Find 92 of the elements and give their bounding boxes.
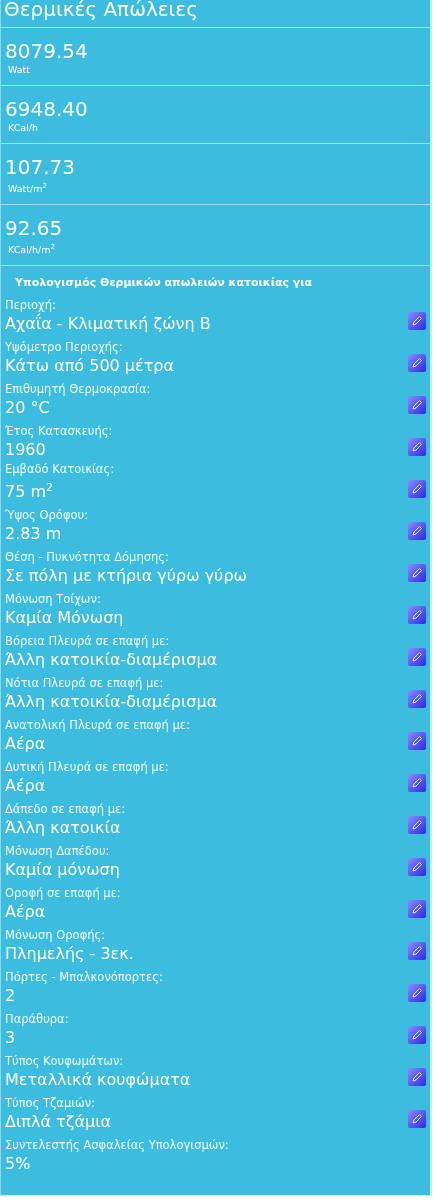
- pencil-icon: [411, 483, 423, 495]
- field-value: 2: [5, 985, 17, 1007]
- edit-button[interactable]: [408, 1068, 426, 1086]
- field-label: Βόρεια Πλευρά σε επαφή με:: [5, 633, 171, 649]
- pencil-icon: [411, 567, 423, 579]
- pencil-icon: [411, 1113, 423, 1125]
- field-value: Σε πόλη με κτήρια γύρω γύρω: [5, 565, 248, 587]
- field-value: Διπλά τζάμια: [5, 1111, 113, 1133]
- edit-button[interactable]: [408, 396, 426, 414]
- field-value: 5%: [5, 1153, 32, 1175]
- field-label: Δυτική Πλευρά σε επαφή με:: [5, 759, 170, 775]
- pencil-icon: [411, 441, 423, 453]
- edit-button[interactable]: [408, 942, 426, 960]
- pencil-icon: [411, 777, 423, 789]
- edit-button[interactable]: [408, 816, 426, 834]
- field-label: Περιοχή:: [5, 297, 57, 313]
- edit-button[interactable]: [408, 354, 426, 372]
- field-label: Μόνωση Δαπέδου:: [5, 843, 111, 859]
- field-value: 3: [5, 1027, 17, 1049]
- field-label: Μόνωση Τοίχων:: [5, 591, 102, 607]
- pencil-icon: [411, 819, 423, 831]
- field-value: 20 °C: [5, 397, 51, 419]
- edit-button[interactable]: [408, 858, 426, 876]
- metric-value: 107.73: [5, 155, 76, 179]
- field-label: Ύψος Ορόφου:: [5, 507, 90, 523]
- metric-unit: KCal/h: [7, 121, 40, 135]
- edit-button[interactable]: [408, 732, 426, 750]
- field-label: Συντελεστής Ασφαλείας Υπολογισμών:: [5, 1137, 230, 1153]
- pencil-icon: [411, 525, 423, 537]
- metric-unit: KCal/h/m$^{2}$: [7, 242, 56, 258]
- metric-unit: Watt/m$^{2}$: [7, 181, 48, 197]
- field-label: Θέση - Πυκνότητα Δόμησης:: [5, 549, 170, 565]
- page-title: Θερμικές Απώλειες: [1, 0, 430, 28]
- pencil-icon: [411, 735, 423, 747]
- field-label: Τύπος Κουφωμάτων:: [5, 1053, 125, 1069]
- pencil-icon: [411, 1029, 423, 1041]
- field-value: 75 m$^{2}$: [5, 479, 55, 503]
- field-value: 1960: [5, 439, 47, 461]
- field-label: Τύπος Τζαμιών:: [5, 1095, 97, 1111]
- edit-button[interactable]: [408, 564, 426, 582]
- edit-button[interactable]: [408, 522, 426, 540]
- field-label: Μόνωση Οροφής:: [5, 927, 107, 943]
- edit-button[interactable]: [408, 690, 426, 708]
- edit-button[interactable]: [408, 648, 426, 666]
- field-label: Οροφή σε επαφή με:: [5, 885, 122, 901]
- pencil-icon: [411, 609, 423, 621]
- field-value: Άλλη κατοικία-διαμέρισμα: [5, 691, 219, 713]
- field-value: Μεταλλικά κουφώματα: [5, 1069, 192, 1091]
- edit-button[interactable]: [408, 312, 426, 330]
- section-heading: Υπολογισμός Θερμικών απωλειών κατοικίας για: [14, 275, 314, 291]
- field-label: Επιθυμητή Θερμοκρασία:: [5, 381, 152, 397]
- field-value: Καμία Μόνωση: [5, 607, 125, 629]
- field-label: Ανατολική Πλευρά σε επαφή με:: [5, 717, 191, 733]
- edit-button[interactable]: [408, 1026, 426, 1044]
- field-value: Αέρα: [5, 775, 47, 797]
- pencil-icon: [411, 1071, 423, 1083]
- field-label: Έτος Κατασκευής:: [5, 423, 114, 439]
- field-label: Υψόμετρο Περιοχής:: [5, 339, 124, 355]
- edit-button[interactable]: [408, 900, 426, 918]
- field-value: Αέρα: [5, 733, 47, 755]
- pencil-icon: [411, 903, 423, 915]
- edit-button[interactable]: [408, 480, 426, 498]
- pencil-icon: [411, 945, 423, 957]
- field-label: Νότια Πλευρά σε επαφή με:: [5, 675, 165, 691]
- metric-value: 92.65: [5, 216, 64, 240]
- edit-button[interactable]: [408, 984, 426, 1002]
- field-value: Πλημελής - 3εκ.: [5, 943, 135, 965]
- pencil-icon: [411, 357, 423, 369]
- field-value: Άλλη κατοικία: [5, 817, 122, 839]
- field-label: Παράθυρα:: [5, 1011, 70, 1027]
- field-label: Πόρτες - Μπαλκονόπορτες:: [5, 969, 164, 985]
- metric-value: 8079.54: [5, 39, 89, 63]
- edit-button[interactable]: [408, 774, 426, 792]
- field-value: Αέρα: [5, 901, 47, 923]
- field-value: Καμία μόνωση: [5, 859, 121, 881]
- pencil-icon: [411, 861, 423, 873]
- metric-unit: Watt: [7, 63, 32, 77]
- pencil-icon: [411, 399, 423, 411]
- field-label: Εμβαδό Κατοικίας:: [5, 460, 116, 477]
- field-value: Αχαΐα - Κλιματική ζώνη Β: [5, 313, 212, 335]
- field-value: 2.83 m: [5, 523, 63, 545]
- field-value: Κάτω από 500 μέτρα: [5, 355, 175, 377]
- pencil-icon: [411, 651, 423, 663]
- field-label: Δάπεδο σε επαφή με:: [5, 801, 127, 817]
- metric-value: 6948.40: [5, 97, 89, 121]
- edit-button[interactable]: [408, 1110, 426, 1128]
- field-value: Άλλη κατοικία-διαμέρισμα: [5, 649, 219, 671]
- pencil-icon: [411, 315, 423, 327]
- edit-button[interactable]: [408, 606, 426, 624]
- pencil-icon: [411, 987, 423, 999]
- edit-button[interactable]: [408, 438, 426, 456]
- pencil-icon: [411, 693, 423, 705]
